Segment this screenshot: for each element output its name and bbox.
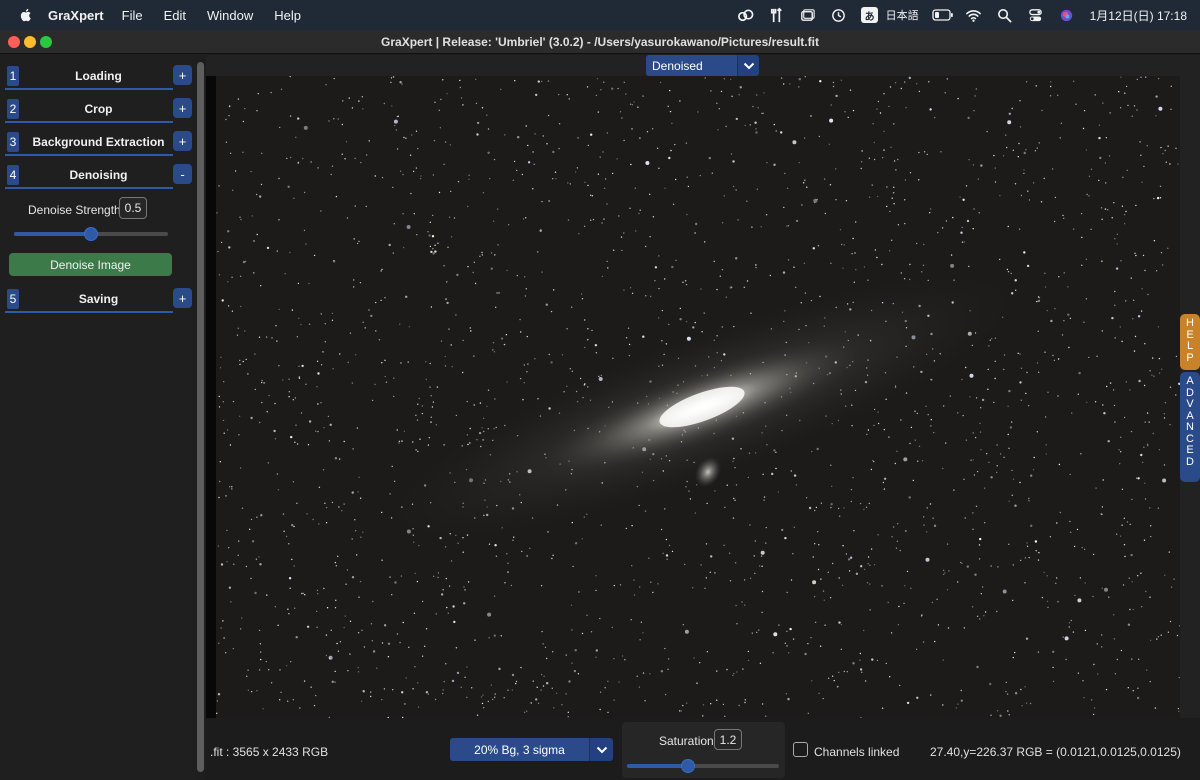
cursor-coordinates-readout: 27.40,y=226.37 RGB = (0.0121,0.0125,0.01… <box>930 745 1196 759</box>
saturation-value[interactable]: 1.2 <box>714 729 742 750</box>
spotlight-icon[interactable] <box>994 0 1016 30</box>
slider-handle[interactable] <box>84 227 98 241</box>
control-center-icon[interactable] <box>1025 0 1047 30</box>
section-label[interactable]: Denoising <box>25 168 172 182</box>
menu-edit[interactable]: Edit <box>164 8 186 23</box>
creative-cloud-icon[interactable] <box>735 0 757 30</box>
window-zoom-button[interactable] <box>40 36 52 48</box>
tab-letter: L <box>1186 340 1194 352</box>
battery-icon[interactable] <box>931 0 954 30</box>
expand-crop-button[interactable]: + <box>173 98 192 118</box>
window-minimize-button[interactable] <box>24 36 36 48</box>
window-title: GraXpert | Release: 'Umbriel' (3.0.2) - … <box>381 34 819 49</box>
input-method-icon[interactable]: あ <box>859 0 881 30</box>
denoise-strength-label: Denoise Strength <box>28 203 121 217</box>
menu-bar-clock[interactable]: 1月12日(日) 17:18 <box>1090 7 1187 24</box>
tab-letter: E <box>1186 444 1194 456</box>
tools-icon[interactable] <box>766 0 788 30</box>
saturation-panel <box>622 722 785 778</box>
stretch-value: 20% Bg, 3 sigma <box>450 738 589 761</box>
section-label[interactable]: Saving <box>25 292 172 306</box>
window-stack-icon[interactable] <box>797 0 819 30</box>
menu-window[interactable]: Window <box>207 8 253 23</box>
tab-letter: D <box>1186 455 1194 468</box>
section-divider <box>5 311 173 313</box>
tab-letter: P <box>1186 351 1194 364</box>
chevron-down-icon[interactable] <box>589 738 613 761</box>
section-loading: 1 Loading + <box>5 57 193 90</box>
siri-icon[interactable] <box>1056 0 1078 30</box>
section-number: 1 <box>7 66 19 86</box>
denoise-image-button[interactable]: Denoise Image <box>9 253 172 276</box>
section-label[interactable]: Crop <box>25 102 172 116</box>
display-mode-dropdown[interactable]: Denoised <box>646 55 759 76</box>
section-denoising: 4 Denoising - <box>5 156 193 189</box>
tab-letter: V <box>1186 398 1194 410</box>
stretch-dropdown[interactable]: 20% Bg, 3 sigma <box>450 738 613 761</box>
chevron-down-icon[interactable] <box>737 55 759 76</box>
apple-logo-icon[interactable] <box>18 7 34 23</box>
expand-saving-button[interactable]: + <box>173 288 192 308</box>
section-number: 4 <box>7 165 19 185</box>
right-side-tabs: HELP ADVANCED <box>1180 314 1200 482</box>
tab-letter: N <box>1186 421 1194 433</box>
slider-fill <box>627 764 688 768</box>
help-tab[interactable]: HELP <box>1180 314 1200 370</box>
section-number: 5 <box>7 289 19 309</box>
channels-linked-label: Channels linked <box>814 745 900 759</box>
collapse-denoising-button[interactable]: - <box>173 164 192 184</box>
section-saving: 5 Saving + <box>5 280 193 313</box>
tab-letter: A <box>1186 375 1194 387</box>
saturation-label: Saturation <box>659 734 714 748</box>
section-divider <box>5 187 173 189</box>
expand-loading-button[interactable]: + <box>173 65 192 85</box>
macos-menu-bar: GraXpert File Edit Window Help あ 日本語 1月1… <box>0 0 1200 30</box>
window-close-button[interactable] <box>8 36 20 48</box>
slider-fill <box>14 232 91 236</box>
menu-file[interactable]: File <box>122 8 143 23</box>
menu-app-name[interactable]: GraXpert <box>48 8 104 23</box>
wifi-icon[interactable] <box>963 0 985 30</box>
advanced-tab[interactable]: ADVANCED <box>1180 372 1200 482</box>
denoise-strength-value[interactable]: 0.5 <box>119 197 147 219</box>
tab-letter: H <box>1186 317 1194 329</box>
expand-background-extraction-button[interactable]: + <box>173 131 192 151</box>
display-mode-value: Denoised <box>646 55 737 76</box>
sidebar-scrollbar[interactable] <box>197 62 204 772</box>
section-label[interactable]: Background Extraction <box>25 135 172 149</box>
window-title-bar: GraXpert | Release: 'Umbriel' (3.0.2) - … <box>0 30 1200 54</box>
menu-bar-tray: あ 日本語 1月12日(日) 17:18 <box>726 0 1200 30</box>
time-machine-icon[interactable] <box>828 0 850 30</box>
section-background-extraction: 3 Background Extraction + <box>5 123 193 156</box>
ime-label[interactable]: 日本語 <box>886 7 919 23</box>
channels-linked-checkbox[interactable] <box>793 742 808 757</box>
denoise-strength-slider[interactable] <box>14 227 168 241</box>
coords-text: 27.40,y=226.37 RGB = (0.0121,0.0125,0.01… <box>930 745 1181 759</box>
slider-handle[interactable] <box>680 759 695 773</box>
section-crop: 2 Crop + <box>5 90 193 123</box>
saturation-slider[interactable] <box>627 759 779 773</box>
astro-image[interactable] <box>216 76 1180 718</box>
menu-help[interactable]: Help <box>274 8 301 23</box>
ime-glyph: あ <box>861 7 879 23</box>
section-label[interactable]: Loading <box>25 69 172 83</box>
image-info: .fit : 3565 x 2433 RGB <box>210 745 329 759</box>
section-number: 3 <box>7 132 19 152</box>
section-number: 2 <box>7 99 19 119</box>
